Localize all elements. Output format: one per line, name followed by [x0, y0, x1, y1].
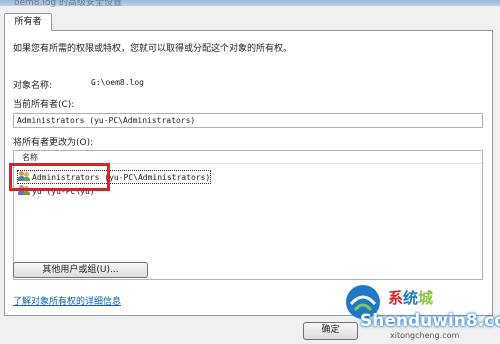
ownership-info-link[interactable]: 了解对象所有权的详细信息 — [13, 294, 121, 307]
change-owner-label: 将所有者更改为(O): — [13, 138, 94, 148]
window-titlebar: oem8.log 的高级安全设置 — [0, 0, 500, 8]
watermark-brand: Shenduwin8.com — [360, 311, 500, 331]
intro-text: 如果您有所需的权限或特权，您就可以取得或分配这个对象的所有权。 — [13, 44, 293, 54]
watermark-domain: xitongcheng.com — [390, 331, 460, 340]
watermark-chinese-icon: 系统城 — [388, 289, 434, 307]
other-users-button[interactable]: 其他用户或组(U)... — [13, 262, 148, 278]
ok-button[interactable]: 确定 — [303, 322, 358, 340]
object-name-value: G:\oem8.log — [91, 78, 144, 87]
current-owner-label: 当前所有者(C): — [13, 100, 75, 110]
highlight-box — [9, 163, 110, 191]
window-title: oem8.log 的高级安全设置 — [14, 0, 122, 8]
column-name-header: 名称 — [22, 153, 38, 162]
tab-owner[interactable]: 所有者 — [4, 13, 52, 31]
object-name-label: 对象名称: — [13, 81, 53, 91]
current-owner-field: Administrators (yu-PC\Administrators) — [13, 113, 483, 128]
